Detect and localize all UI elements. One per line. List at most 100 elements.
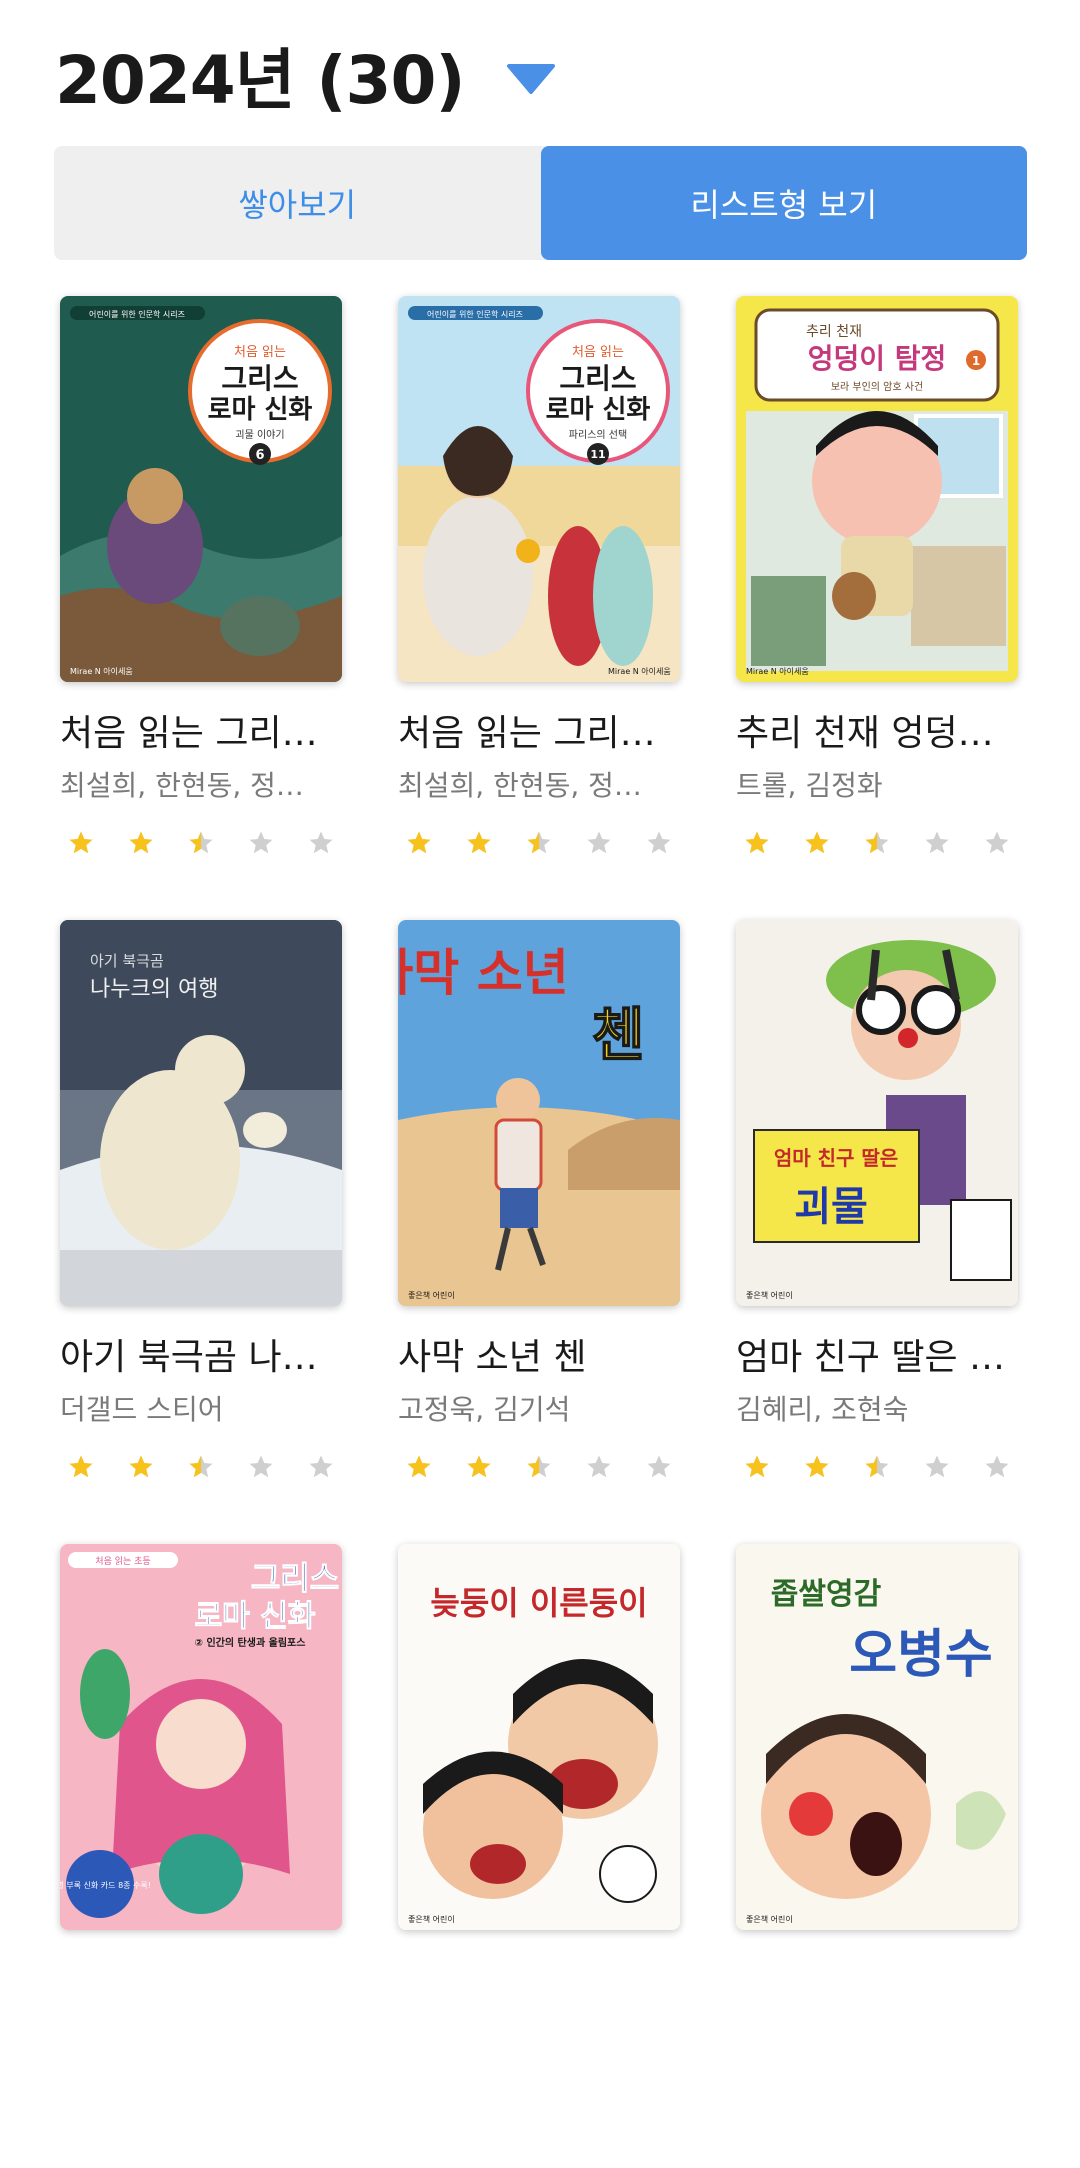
cover-line2: 그리스: [559, 362, 636, 395]
cover-line2: 엉덩이 탐정: [808, 342, 947, 375]
cover-series: 어린이를 위한 인문학 시리즈: [89, 309, 185, 319]
cover-line2: 오병수: [849, 1625, 993, 1685]
book-title: 엄마 친구 딸은 …: [736, 1337, 1006, 1378]
star-icon: [865, 831, 889, 854]
book-author: 더갤드 스티어: [60, 1393, 224, 1426]
cover-line1: 엄마 친구 딸은: [774, 1146, 898, 1170]
book-title: 처음 읽는 그리…: [398, 713, 656, 754]
cover-subtitle: 파리스의 선택: [569, 429, 627, 441]
cover-line2: 나누크의 여행: [90, 977, 218, 1002]
cover-line1: 처음 읽는: [572, 345, 624, 360]
star-icon: [249, 831, 273, 854]
star-icon: [587, 831, 611, 854]
star-icon: [69, 831, 93, 854]
cover-subtitle: 보라 부인의 암호 사건: [831, 381, 923, 393]
cover-line1: 사막 소년: [398, 944, 569, 1002]
star-icon: [925, 1455, 949, 1478]
star-icon: [467, 1455, 491, 1478]
book-cover[interactable]: 처음 읽는 초등 그리스 로마 신화 ② 인간의 탄생과 올림포스 특별 부록 …: [60, 1544, 342, 1930]
cover-publisher: 좋은책 어린이: [408, 1290, 455, 1300]
cover-publisher: 좋은책 어린이: [746, 1914, 793, 1924]
book-card[interactable]: 아기 북극곰 나누크의 여행 아기 북극곰 나… 더갤드 스티어: [60, 920, 342, 1544]
book-author: 트롤, 김정화: [736, 769, 883, 802]
cover-line2: 그리스: [221, 362, 298, 395]
list-view-button[interactable]: 리스트형 보기: [540, 146, 1027, 260]
star-icon: [249, 1455, 273, 1478]
cover-number: 1: [972, 354, 980, 368]
star-rating: [398, 1454, 680, 1480]
book-cover[interactable]: 늦둥이 이른둥이 좋은책 어린이: [398, 1544, 680, 1930]
book-card[interactable]: 좁쌀영감 오병수 좋은책 어린이: [736, 1544, 1018, 2168]
star-icon: [189, 831, 213, 854]
cover-publisher: Mirae N 아이세움: [746, 666, 809, 676]
star-icon: [129, 1455, 153, 1478]
cover-line3: 로마 신화: [208, 395, 313, 425]
book-cover[interactable]: 좁쌀영감 오병수 좋은책 어린이: [736, 1544, 1018, 1930]
cover-line2: 그리스: [251, 1559, 339, 1597]
book-title: 아기 북극곰 나…: [60, 1337, 318, 1378]
cover-line3: 로마 신화: [195, 1599, 316, 1634]
star-icon: [865, 1455, 889, 1478]
book-cover[interactable]: 추리 천재 엉덩이 탐정 1 보라 부인의 암호 사건 Mirae N 아이세움: [736, 296, 1018, 682]
star-rating: [736, 830, 1018, 856]
star-icon: [925, 831, 949, 854]
star-icon: [407, 1455, 431, 1478]
cover-publisher: Mirae N 아이세움: [608, 666, 671, 676]
book-cover[interactable]: 어린이를 위한 인문학 시리즈 처음 읽는 그리스 로마 신화 파리스의 선택 …: [398, 296, 680, 682]
cover-line2: 첸: [591, 1001, 644, 1069]
book-grid: 어린이를 위한 인문학 시리즈 처음 읽는 그리스 로마 신화 괴물 이야기 6…: [60, 296, 1020, 2168]
book-author: 최설희, 한현동, 정…: [60, 769, 304, 802]
star-icon: [745, 1455, 769, 1478]
star-rating: [60, 830, 342, 856]
book-card[interactable]: 처음 읽는 초등 그리스 로마 신화 ② 인간의 탄생과 올림포스 특별 부록 …: [60, 1544, 342, 2168]
book-cover[interactable]: 아기 북극곰 나누크의 여행: [60, 920, 342, 1306]
book-card[interactable]: 사막 소년 첸 좋은책 어린이 사막 소년 첸 고정욱, 김기석: [398, 920, 680, 1544]
book-card[interactable]: 추리 천재 엉덩이 탐정 1 보라 부인의 암호 사건 Mirae N 아이세움…: [736, 296, 1018, 920]
star-icon: [467, 831, 491, 854]
book-card[interactable]: 어린이를 위한 인문학 시리즈 처음 읽는 그리스 로마 신화 괴물 이야기 6…: [60, 296, 342, 920]
star-icon: [985, 831, 1009, 854]
cover-line2: 괴물: [794, 1184, 868, 1230]
star-icon: [527, 1455, 551, 1478]
star-icon: [647, 1455, 671, 1478]
cover-series: 어린이를 위한 인문학 시리즈: [427, 309, 523, 319]
book-author: 김혜리, 조현숙: [736, 1393, 909, 1426]
star-icon: [527, 831, 551, 854]
book-cover[interactable]: 사막 소년 첸 좋은책 어린이: [398, 920, 680, 1306]
cover-number: 11: [590, 448, 605, 461]
view-toggle: 쌓아보기 리스트형 보기: [54, 146, 1027, 260]
star-icon: [309, 831, 333, 854]
star-icon: [647, 831, 671, 854]
book-title: 추리 천재 엉덩…: [736, 713, 994, 754]
book-card[interactable]: 엄마 친구 딸은 괴물 좋은책 어린이 엄마 친구 딸은 … 김혜리, 조현숙: [736, 920, 1018, 1544]
cover-badge: 특별 부록 신화 카드 8종 수록!: [60, 1880, 151, 1890]
star-icon: [745, 831, 769, 854]
star-icon: [69, 1455, 93, 1478]
caret-down-icon[interactable]: [505, 60, 557, 96]
year-title: 2024년 (30): [55, 42, 466, 119]
cover-publisher: 좋은책 어린이: [408, 1914, 455, 1924]
star-rating: [398, 830, 680, 856]
cover-line1: 좁쌀영감: [771, 1577, 882, 1612]
star-icon: [985, 1455, 1009, 1478]
stack-view-button[interactable]: 쌓아보기: [54, 146, 541, 260]
cover-subtitle: 괴물 이야기: [235, 429, 284, 441]
book-cover[interactable]: 엄마 친구 딸은 괴물 좋은책 어린이: [736, 920, 1018, 1306]
cover-line1: 아기 북극곰: [90, 952, 164, 970]
book-card[interactable]: 어린이를 위한 인문학 시리즈 처음 읽는 그리스 로마 신화 파리스의 선택 …: [398, 296, 680, 920]
book-cover[interactable]: 어린이를 위한 인문학 시리즈 처음 읽는 그리스 로마 신화 괴물 이야기 6…: [60, 296, 342, 682]
cover-line1: 늦둥이 이른둥이: [430, 1584, 647, 1622]
star-icon: [309, 1455, 333, 1478]
book-title: 처음 읽는 그리…: [60, 713, 318, 754]
star-icon: [805, 1455, 829, 1478]
cover-line1: 처음 읽는: [234, 345, 286, 360]
star-icon: [407, 831, 431, 854]
star-icon: [129, 831, 153, 854]
book-card[interactable]: 늦둥이 이른둥이 좋은책 어린이: [398, 1544, 680, 2168]
book-author: 최설희, 한현동, 정…: [398, 769, 642, 802]
cover-series: 처음 읽는 초등: [95, 1555, 150, 1567]
star-icon: [189, 1455, 213, 1478]
book-author: 고정욱, 김기석: [398, 1393, 571, 1426]
star-icon: [805, 831, 829, 854]
cover-publisher: 좋은책 어린이: [746, 1290, 793, 1300]
